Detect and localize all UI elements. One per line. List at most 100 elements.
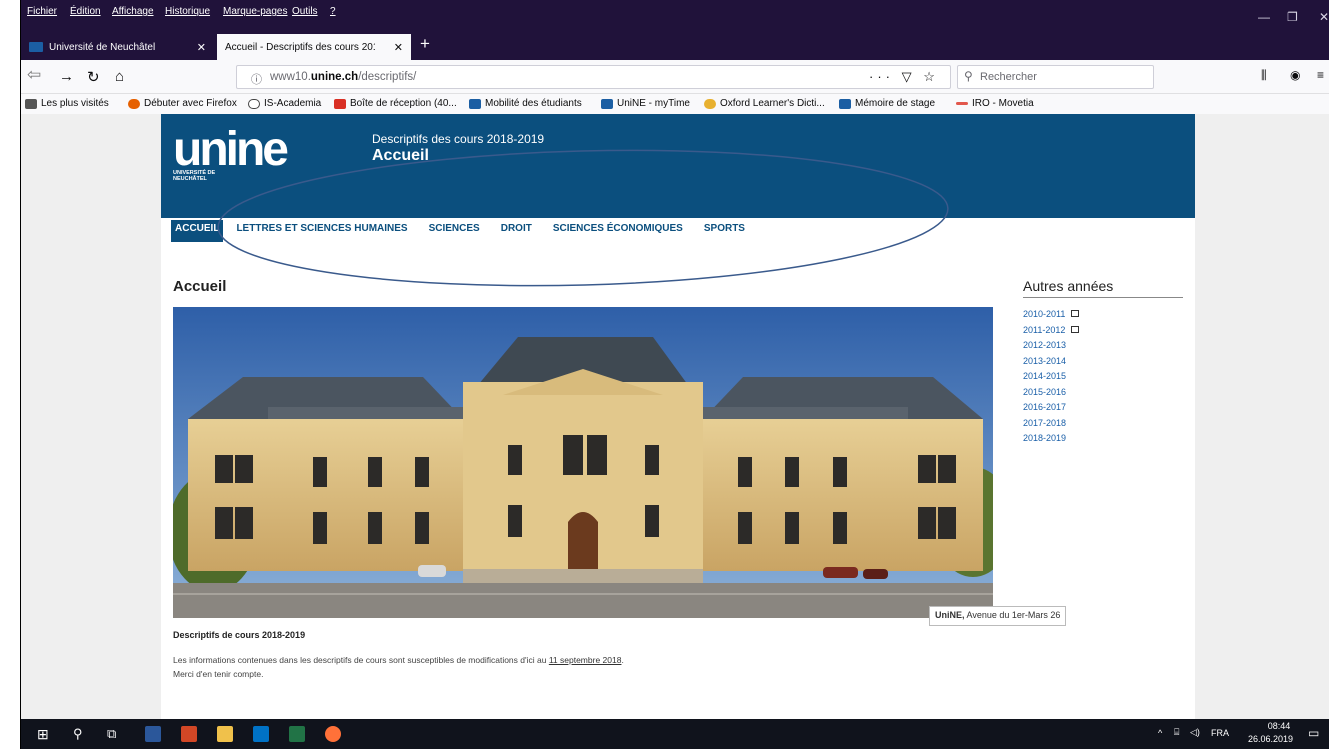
external-link-icon [1071,325,1080,333]
menu-help[interactable]: ? [330,6,336,17]
unine-favicon-icon [29,42,43,52]
menu-fichier[interactable]: Fichier [27,6,57,17]
windows-start-icon[interactable]: ⊞ [37,726,49,743]
building-illustration [173,307,993,618]
search-icon[interactable]: ⚲ [73,726,83,742]
nav-accueil[interactable]: ACCUEIL [171,220,224,242]
menu-bar: Fichier Édition Affichage Historique Mar… [21,0,1329,32]
bookmark-mytime[interactable]: UniNE - myTime [601,98,690,109]
word-icon[interactable] [145,726,161,742]
page-container: unine UNIVERSITÉ DE NEUCHÂTEL Descriptif… [161,114,1195,719]
library-icon[interactable]: ⫼ [1261,68,1267,83]
browser-window: Fichier Édition Affichage Historique Mar… [21,0,1329,719]
bookmark-inbox[interactable]: Boîte de réception (40... [334,98,457,109]
unine-favicon-icon [469,98,481,109]
movetia-icon [956,102,968,105]
oxford-icon [704,98,716,109]
year-link-2014-2015[interactable]: 2014-2015 [1023,369,1079,385]
menu-icon[interactable]: ≡ [1317,68,1324,82]
restore-icon[interactable]: ❐ [1287,10,1298,24]
year-link-2013-2014[interactable]: 2013-2014 [1023,354,1079,370]
taskbar: ⊞ ⚲ ⧉ ^ ⌸ ◁) FRA 08:44 26.06.2019 ▭ [21,719,1329,749]
task-view-icon[interactable]: ⧉ [107,726,116,742]
bookmark-most-visited[interactable]: Les plus visités [25,98,109,109]
year-link-2018-2019[interactable]: 2018-2019 [1023,431,1079,447]
search-icon: ⚲ [964,69,973,83]
tab-universite[interactable]: Université de Neuchâtel ✕ [21,34,214,60]
nav-sciences-economiques[interactable]: SCIENCES ÉCONOMIQUES [553,220,683,242]
screen: Fichier Édition Affichage Historique Mar… [0,0,1329,749]
tab-accueil[interactable]: Accueil - Descriptifs des cours 2018 ✕ [217,34,411,60]
network-icon[interactable]: ⌸ [1174,727,1179,738]
description-title: Descriptifs de cours 2018-2019 [173,630,306,640]
bookmark-memoire[interactable]: Mémoire de stage [839,98,935,109]
bookmark-mobilite[interactable]: Mobilité des étudiants [469,98,582,109]
year-link-2011-2012[interactable]: 2011-2012 [1023,323,1080,339]
tab-bar: Université de Neuchâtel ✕ Accueil - Desc… [21,32,1329,60]
menu-outils[interactable]: Outils [292,6,318,17]
search-input[interactable]: ⚲ Rechercher [957,65,1154,89]
menu-historique[interactable]: Historique [165,6,210,17]
year-link-2012-2013[interactable]: 2012-2013 [1023,338,1079,354]
bookmarks-bar: Les plus visités Débuter avec Firefox IS… [21,94,1329,114]
close-tab-icon[interactable]: ✕ [197,41,206,54]
nav-sports[interactable]: SPORTS [704,220,745,242]
left-margin [0,0,20,749]
language-indicator[interactable]: FRA [1211,728,1229,738]
url-bar[interactable]: ⓘ www10.unine.ch/descriptifs/ ··· ▽ ☆ [236,65,951,89]
bookmark-oxford[interactable]: Oxford Learner's Dicti... [704,98,825,109]
globe-icon [248,98,260,109]
tray-chevron-icon[interactable]: ^ [1158,728,1162,738]
reload-icon[interactable]: ↻ [87,68,100,86]
file-explorer-icon[interactable] [217,726,233,742]
close-window-icon[interactable]: ✕ [1319,10,1329,24]
tab-label: Université de Neuchâtel [49,41,156,53]
new-tab-icon[interactable]: + [420,34,430,54]
info-icon[interactable]: ⓘ [251,71,262,87]
year-link-2016-2017[interactable]: 2016-2017 [1023,400,1079,416]
bookmark-is-academia[interactable]: IS-Academia [248,98,321,109]
nav-lettres[interactable]: LETTRES ET SCIENCES HUMAINES [236,220,407,242]
bookmark-firefox[interactable]: Débuter avec Firefox [128,98,237,109]
external-link-icon [1071,310,1080,318]
web-viewport: unine UNIVERSITÉ DE NEUCHÂTEL Descriptif… [21,114,1329,719]
unine-favicon-icon [601,98,613,109]
menu-edition[interactable]: Édition [70,6,101,17]
site-header: unine UNIVERSITÉ DE NEUCHÂTEL Descriptif… [161,114,1195,218]
firefox-icon[interactable] [325,726,341,742]
page-actions-icon[interactable]: ··· ▽ ☆ [869,69,939,85]
year-link-2015-2016[interactable]: 2015-2016 [1023,385,1079,401]
outlook-icon[interactable] [253,726,269,742]
account-icon[interactable]: ◉ [1290,68,1300,82]
home-icon[interactable]: ⌂ [115,68,124,85]
unine-logo[interactable]: unine [173,122,289,177]
notifications-icon[interactable]: ▭ [1308,726,1319,740]
close-tab-icon[interactable]: ✕ [394,41,403,54]
year-link-2010-2011[interactable]: 2010-2011 [1023,307,1080,323]
header-title: Accueil [372,147,429,164]
main-nav: ACCUEIL LETTRES ET SCIENCES HUMAINES SCI… [171,220,766,242]
minimize-icon[interactable]: — [1258,10,1270,24]
year-link-2017-2018[interactable]: 2017-2018 [1023,416,1079,432]
photo-caption: UniNE, Avenue du 1er-Mars 26 [929,606,1067,626]
clock-date[interactable]: 26.06.2019 [1248,734,1293,744]
forward-icon[interactable]: → [59,68,74,85]
excel-icon[interactable] [289,726,305,742]
gear-icon [25,98,37,109]
description-text: Les informations contenues dans les desc… [173,655,624,665]
gmail-icon [334,98,346,109]
menu-marque-pages[interactable]: Marque-pages [223,6,287,17]
nav-sciences[interactable]: SCIENCES [429,220,480,242]
back-icon[interactable]: ⇦ [27,65,41,85]
clock-time[interactable]: 08:44 [1259,721,1299,731]
sidebar-title: Autres années [1023,278,1183,298]
menu-affichage[interactable]: Affichage [112,6,154,17]
bookmark-iro-movetia[interactable]: IRO - Movetia [956,98,1034,109]
deadline-link[interactable]: 11 septembre 2018 [549,655,622,665]
search-placeholder: Rechercher [980,71,1037,83]
volume-icon[interactable]: ◁) [1190,727,1200,738]
powerpoint-icon[interactable] [181,726,197,742]
years-list: 2010-2011 2011-2012 2012-2013 2013-2014 … [1023,307,1080,447]
navigation-toolbar: ⇦ → ↻ ⌂ ⓘ www10.unine.ch/descriptifs/ ··… [21,60,1329,94]
nav-droit[interactable]: DROIT [501,220,532,242]
